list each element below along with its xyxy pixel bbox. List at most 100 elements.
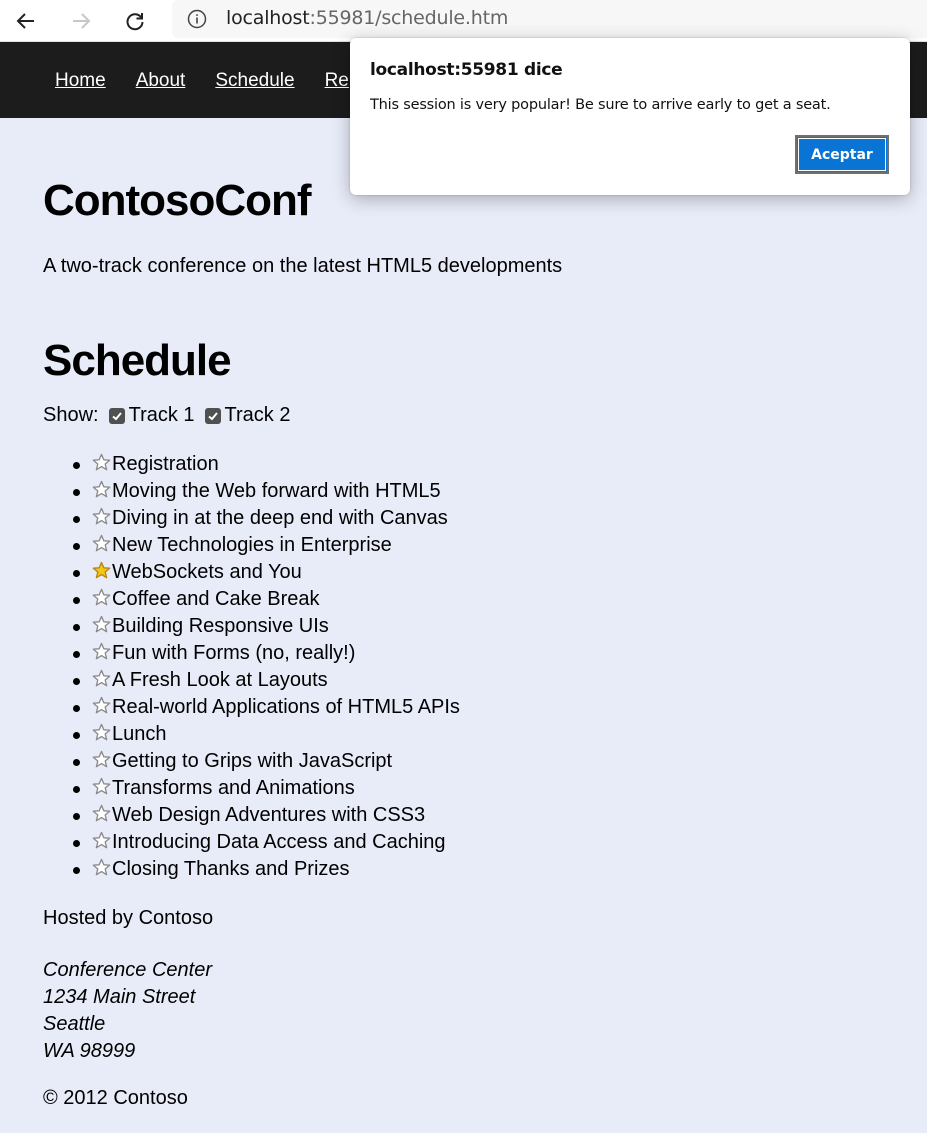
url-path: :55981/schedule.htm [309,7,509,29]
session-item: New Technologies in Enterprise [43,532,460,559]
list-bullet [73,813,80,820]
checkmark-icon [111,411,122,420]
star-outline-icon[interactable] [92,858,111,877]
session-list: Registration Moving the Web forward with … [43,451,460,883]
schedule-heading: Schedule [43,336,232,385]
url-host: localhost [226,7,310,29]
list-bullet [73,840,80,847]
session-title: Fun with Forms (no, really!) [112,642,356,664]
show-label: Show: [43,404,99,426]
session-title: Getting to Grips with JavaScript [112,750,393,772]
session-title: Introducing Data Access and Caching [112,831,446,853]
session-title: Lunch [112,723,167,745]
nav-link-about[interactable]: About [136,70,186,92]
list-bullet [73,732,80,739]
session-item: Closing Thanks and Prizes [43,856,460,883]
nav-link-home[interactable]: Home [55,70,106,92]
dialog-message: This session is very popular! Be sure to… [370,97,831,113]
address-line: WA 98999 [43,1040,136,1062]
track-filter: Show: Track 1 Track 2 [43,404,290,427]
site-title: ContosoConf [43,176,312,225]
back-arrow-icon[interactable] [10,5,42,37]
track1-checkbox[interactable] [108,407,125,424]
checkmark-icon [207,411,218,420]
list-bullet [73,570,80,577]
copyright: © 2012 Contoso [43,1087,188,1109]
session-item: Diving in at the deep end with Canvas [43,505,460,532]
list-bullet [73,705,80,712]
browser-toolbar: localhost:55981/schedule.htm [0,0,927,42]
list-bullet [73,543,80,550]
session-title: Web Design Adventures with CSS3 [112,804,426,826]
nav-link-register[interactable]: Re [325,70,349,92]
info-icon[interactable] [186,8,208,30]
session-title: Real-world Applications of HTML5 APIs [112,696,460,718]
url-text[interactable]: localhost:55981/schedule.htm [226,7,508,29]
site-nav: Home About Schedule Re [55,70,379,92]
session-item: Coffee and Cake Break [43,586,460,613]
session-title: Coffee and Cake Break [112,588,320,610]
session-item: Registration [43,451,460,478]
star-outline-icon[interactable] [92,723,111,742]
hosted-by: Hosted by Contoso [43,907,214,929]
star-outline-icon[interactable] [92,588,111,607]
list-bullet [73,759,80,766]
list-bullet [73,597,80,604]
session-title: Diving in at the deep end with Canvas [112,507,448,529]
track1-label[interactable]: Track 1 [129,404,195,427]
session-title: Registration [112,453,219,475]
session-item: Transforms and Animations [43,775,460,802]
star-outline-icon[interactable] [92,453,111,472]
forward-arrow-icon[interactable] [65,5,97,37]
address-line: Conference Center [43,959,212,981]
site-tagline: A two-track conference on the latest HTM… [43,255,563,277]
star-outline-icon[interactable] [92,696,111,715]
list-bullet [73,678,80,685]
address-line: Seattle [43,1013,106,1035]
session-item: Real-world Applications of HTML5 APIs [43,694,460,721]
star-outline-icon[interactable] [92,777,111,796]
nav-link-schedule[interactable]: Schedule [215,70,294,92]
star-outline-icon[interactable] [92,534,111,553]
list-bullet [73,786,80,793]
session-item: Fun with Forms (no, really!) [43,640,460,667]
track2-checkbox[interactable] [204,407,221,424]
refresh-icon[interactable] [119,5,151,37]
session-item: Introducing Data Access and Caching [43,829,460,856]
star-outline-icon[interactable] [92,507,111,526]
star-outline-icon[interactable] [92,615,111,634]
star-outline-icon[interactable] [92,669,111,688]
track2-label[interactable]: Track 2 [225,404,291,427]
star-outline-icon[interactable] [92,480,111,499]
list-bullet [73,624,80,631]
star-filled-icon[interactable] [92,561,111,580]
alert-dialog: localhost:55981 dice This session is ver… [350,38,910,195]
session-item: Building Responsive UIs [43,613,460,640]
session-title: Closing Thanks and Prizes [112,858,350,880]
session-title: Transforms and Animations [112,777,355,799]
list-bullet [73,489,80,496]
session-item: Getting to Grips with JavaScript [43,748,460,775]
session-item: Moving the Web forward with HTML5 [43,478,460,505]
star-outline-icon[interactable] [92,642,111,661]
dialog-ok-button[interactable]: Aceptar [795,135,889,174]
list-bullet [73,462,80,469]
star-outline-icon[interactable] [92,804,111,823]
session-title: A Fresh Look at Layouts [112,669,328,691]
session-title: New Technologies in Enterprise [112,534,392,556]
list-bullet [73,651,80,658]
dialog-title: localhost:55981 dice [370,60,563,80]
list-bullet [73,516,80,523]
session-item: Lunch [43,721,460,748]
session-title: Moving the Web forward with HTML5 [112,480,441,502]
address-line: 1234 Main Street [43,986,196,1008]
session-title: WebSockets and You [112,561,302,583]
session-item: Web Design Adventures with CSS3 [43,802,460,829]
venue-address: Conference Center 1234 Main Street Seatt… [43,957,212,1065]
list-bullet [73,867,80,874]
session-title: Building Responsive UIs [112,615,329,637]
session-item: A Fresh Look at Layouts [43,667,460,694]
star-outline-icon[interactable] [92,750,111,769]
star-outline-icon[interactable] [92,831,111,850]
session-item: WebSockets and You [43,559,460,586]
